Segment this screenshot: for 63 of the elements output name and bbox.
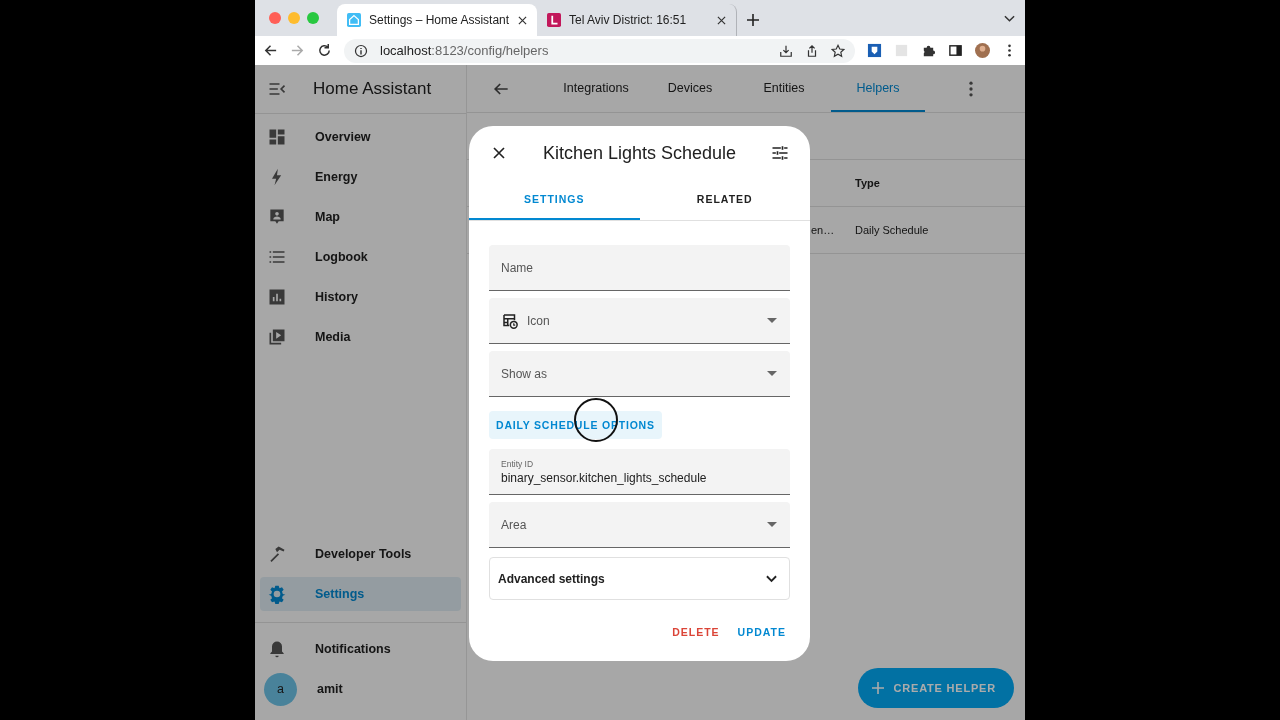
- text-field[interactable]: Entity ID binary_sensor.kitchen_lights_schedule: [489, 449, 790, 495]
- puzzle-icon[interactable]: [921, 43, 936, 58]
- update-button[interactable]: UPDATE: [733, 620, 790, 644]
- close-window-dot[interactable]: [269, 12, 281, 24]
- app-title: Home Assistant: [313, 79, 432, 99]
- dropdown-arrow-icon: [767, 318, 777, 323]
- hammer-icon: [267, 544, 287, 564]
- dashboard-icon: [267, 127, 287, 147]
- sidebar-item[interactable]: Overview: [260, 120, 461, 154]
- media-icon: [267, 327, 287, 347]
- site-logo-icon: [547, 13, 561, 27]
- expander-panel[interactable]: Advanced settings: [489, 557, 790, 600]
- address-bar[interactable]: localhost:8123/config/helpers: [344, 38, 855, 63]
- back-arrow-icon[interactable]: [263, 43, 278, 58]
- table-cell-text: en…: [810, 224, 836, 236]
- gear-icon: [267, 584, 287, 604]
- user-name[interactable]: amit: [317, 682, 343, 696]
- dropdown-arrow-icon: [767, 371, 777, 376]
- browser-tab[interactable]: Settings – Home Assistant: [337, 4, 537, 36]
- user-avatar[interactable]: a: [264, 672, 297, 706]
- column-header[interactable]: Type: [855, 177, 880, 189]
- sidebar-item[interactable]: Logbook: [260, 240, 461, 274]
- new-tab-icon[interactable]: [747, 14, 759, 26]
- sidebar-item[interactable]: Media: [260, 320, 461, 354]
- dialog-title: Kitchen Lights Schedule: [542, 142, 737, 164]
- sidebar-item[interactable]: Developer Tools: [260, 537, 461, 571]
- sidebar-item[interactable]: Map: [260, 200, 461, 234]
- share-icon[interactable]: [805, 43, 819, 58]
- reload-icon[interactable]: [317, 43, 332, 58]
- page-tab[interactable]: Integrations: [549, 65, 643, 112]
- notifications-item[interactable]: Notifications: [260, 632, 461, 666]
- download-icon[interactable]: [779, 43, 793, 58]
- table-cell: Daily Schedule: [855, 224, 929, 236]
- select-field[interactable]: Show as: [489, 351, 790, 397]
- bell-icon: [267, 639, 287, 659]
- page-tab[interactable]: Devices: [643, 65, 737, 112]
- chart-icon: [267, 287, 287, 307]
- plus-icon: [871, 682, 884, 694]
- sidebar-item[interactable]: Energy: [260, 160, 461, 194]
- sidebar-item[interactable]: History: [260, 280, 461, 314]
- select-field[interactable]: Icon: [489, 298, 790, 344]
- chevron-down-icon: [766, 574, 777, 583]
- minimize-window-dot[interactable]: [288, 12, 300, 24]
- text-field[interactable]: Name: [489, 245, 790, 291]
- info-icon: [354, 43, 368, 58]
- star-icon[interactable]: [831, 43, 845, 58]
- close-icon[interactable]: [717, 15, 726, 25]
- delete-button[interactable]: DELETE: [668, 620, 724, 644]
- shield-icon[interactable]: [867, 43, 882, 58]
- zoom-window-dot[interactable]: [307, 12, 319, 24]
- calendar-clock-icon: [501, 311, 519, 330]
- avatar-icon[interactable]: [975, 43, 990, 58]
- dialog-tab[interactable]: RELATED: [639, 180, 810, 220]
- select-field[interactable]: Area: [489, 502, 790, 548]
- chevron-down-icon[interactable]: [1004, 15, 1015, 23]
- dialog-tab[interactable]: SETTINGS: [469, 180, 640, 220]
- sidebar-icon[interactable]: [948, 43, 963, 58]
- sliders-icon[interactable]: [770, 143, 790, 163]
- browser-tab[interactable]: Tel Aviv District: 16:51: [537, 4, 737, 36]
- dropdown-arrow-icon: [767, 522, 777, 527]
- close-icon[interactable]: [518, 15, 527, 25]
- page-tab[interactable]: Entities: [737, 65, 831, 112]
- house-icon: [347, 13, 361, 27]
